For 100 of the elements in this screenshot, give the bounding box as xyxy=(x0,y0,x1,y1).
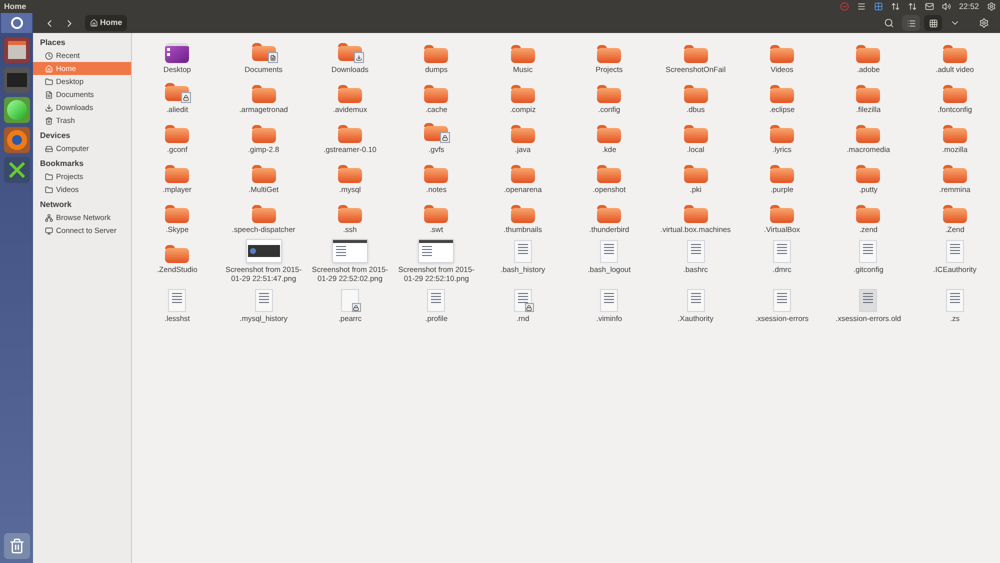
folder-icon xyxy=(942,205,967,223)
folder-icon xyxy=(856,205,880,223)
list-icon xyxy=(906,18,916,28)
folder-icon xyxy=(684,85,708,103)
trash-icon xyxy=(45,116,53,124)
text-file-icon xyxy=(772,240,791,263)
document-folder-icon xyxy=(252,43,276,63)
sphere-icon[interactable] xyxy=(4,97,30,123)
section-heading: Places xyxy=(39,37,66,49)
grid-view-button[interactable] xyxy=(924,15,942,31)
locked-folder-icon xyxy=(424,123,448,143)
text-file-icon xyxy=(600,240,618,263)
locked-folder-icon xyxy=(165,83,190,103)
doc-icon xyxy=(45,90,53,98)
folder-icon xyxy=(942,165,967,183)
folder-icon xyxy=(424,85,448,103)
section-heading: Devices xyxy=(39,130,72,142)
folder-icon xyxy=(770,165,794,183)
path-button[interactable]: Home xyxy=(85,15,128,31)
folder-icon xyxy=(856,85,880,103)
folder-icon xyxy=(424,45,448,63)
folder-icon xyxy=(510,45,535,63)
folder-icon xyxy=(252,85,276,103)
folder-icon xyxy=(424,205,448,223)
folder-icon xyxy=(165,125,190,143)
folder-icon xyxy=(597,165,622,183)
logo-icon[interactable] xyxy=(1,13,32,33)
folder-icon xyxy=(165,205,190,223)
folder-icon xyxy=(684,125,708,143)
text-file-icon xyxy=(946,240,964,263)
search-icon xyxy=(884,18,894,28)
menu-icon[interactable] xyxy=(856,2,866,11)
download-folder-icon xyxy=(338,43,362,63)
folder-icon xyxy=(252,205,276,223)
home-icon xyxy=(45,64,53,72)
volume-icon[interactable] xyxy=(942,2,951,11)
window-title: Home xyxy=(4,0,26,12)
home-icon xyxy=(90,19,98,27)
trash-icon[interactable] xyxy=(4,533,30,559)
folder-icon xyxy=(597,205,622,223)
text-file-icon xyxy=(772,289,791,312)
folder-icon xyxy=(597,45,622,63)
folder-icon xyxy=(597,125,622,143)
folder-icon xyxy=(942,45,967,63)
settings-icon[interactable] xyxy=(987,2,996,11)
text-file-icon xyxy=(254,289,273,312)
gear-icon xyxy=(979,18,989,28)
folder-icon xyxy=(942,85,967,103)
folder-icon xyxy=(770,45,794,63)
folder-icon xyxy=(45,172,53,180)
server-icon xyxy=(45,226,53,234)
folder-icon xyxy=(597,85,622,103)
desktop-icon xyxy=(165,43,190,63)
mail-icon[interactable] xyxy=(924,2,934,11)
text-file-icon xyxy=(686,289,705,312)
list-view-button[interactable] xyxy=(902,15,920,31)
folder-icon xyxy=(770,85,794,103)
drive-icon xyxy=(45,144,53,152)
text-file-icon xyxy=(514,240,532,263)
folder-icon xyxy=(770,125,794,143)
text-file-icon xyxy=(686,240,705,263)
text-file-icon xyxy=(427,289,446,312)
folder-icon xyxy=(338,85,362,103)
clock[interactable]: 22:52 xyxy=(958,0,979,12)
folder-icon xyxy=(165,165,190,183)
clock-icon xyxy=(45,52,53,60)
file-cabinet-icon[interactable] xyxy=(4,37,30,63)
screenshot-thumbnail xyxy=(332,239,368,263)
folder-icon xyxy=(338,165,362,183)
text-file-icon xyxy=(168,289,186,312)
transfer-icon[interactable] xyxy=(890,2,900,11)
screenshot-thumbnail xyxy=(246,239,282,263)
download-icon xyxy=(45,104,53,112)
folder-icon xyxy=(338,125,362,143)
folder-icon xyxy=(510,165,535,183)
folder-icon xyxy=(856,125,880,143)
folder-icon xyxy=(252,125,276,143)
folder-icon xyxy=(856,165,880,183)
screenshot-thumbnail xyxy=(418,239,454,263)
folder-icon xyxy=(510,125,535,143)
text-file-icon xyxy=(946,289,964,312)
text-file-icon xyxy=(600,289,618,312)
folder-icon xyxy=(338,205,362,223)
locked-file-icon xyxy=(340,289,359,312)
folder-icon xyxy=(856,45,880,63)
folder-icon xyxy=(510,205,535,223)
folder-icon xyxy=(45,186,53,194)
folder-icon xyxy=(424,165,448,183)
document-icon xyxy=(859,289,878,312)
text-file-icon xyxy=(859,240,878,263)
folder-icon xyxy=(942,125,967,143)
folder-icon xyxy=(684,205,708,223)
section-heading: Bookmarks xyxy=(39,158,85,170)
folder-icon xyxy=(684,45,708,63)
folder-icon xyxy=(45,78,53,86)
grid-icon xyxy=(928,18,938,28)
locked-file-icon xyxy=(514,289,532,312)
status-icon[interactable] xyxy=(840,2,849,11)
folder-icon xyxy=(165,245,190,263)
folder-icon xyxy=(510,85,535,103)
